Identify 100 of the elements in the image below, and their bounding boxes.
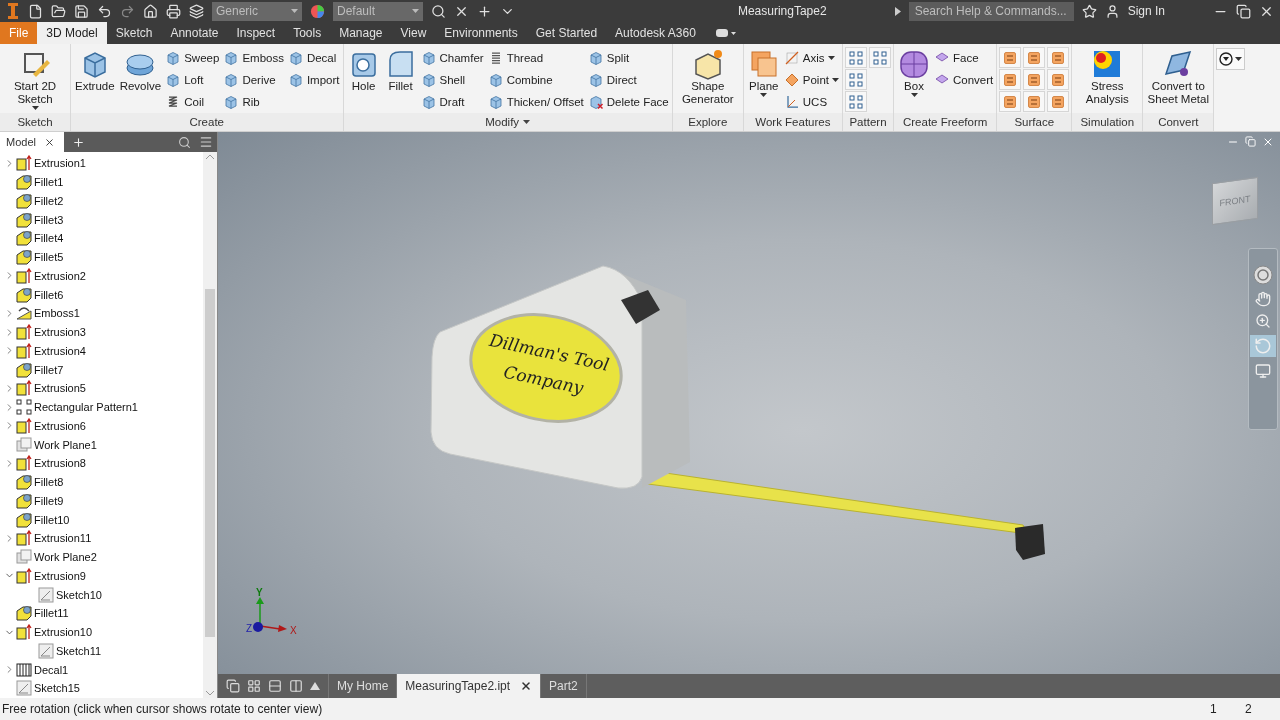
tree-item[interactable]: Extrusion8 <box>0 454 203 473</box>
ribbon-button[interactable]: Stress Analysis <box>1074 47 1141 107</box>
search-icon[interactable] <box>431 3 446 19</box>
printer-icon[interactable] <box>166 3 181 19</box>
ribbon-button[interactable]: Thread <box>486 47 585 69</box>
tile-icon[interactable] <box>247 679 261 693</box>
tree-item[interactable]: Extrusion9 <box>0 566 203 586</box>
undo-icon[interactable] <box>97 3 112 19</box>
ribbon-button[interactable]: Decal <box>286 47 341 69</box>
tree-item[interactable]: Extrusion2 <box>0 266 203 286</box>
ribbon-button[interactable]: Point <box>782 69 840 91</box>
document-tab[interactable]: MeasuringTape2.ipt <box>397 674 542 698</box>
open-folder-icon[interactable] <box>51 3 66 19</box>
app-logo-icon[interactable] <box>6 1 20 21</box>
tree-item[interactable]: Fillet7 <box>0 360 203 379</box>
ribbon-icon-button[interactable] <box>999 69 1022 90</box>
tree-item[interactable]: Fillet8 <box>0 472 203 492</box>
tree-item[interactable]: Extrusion5 <box>0 379 203 398</box>
color-wheel-icon[interactable] <box>310 3 325 19</box>
horizontal-split-icon[interactable] <box>268 679 282 693</box>
tree-item[interactable]: Sketch15 <box>0 679 203 698</box>
panel-label[interactable]: Modify <box>343 113 672 131</box>
tree-item[interactable]: Fillet1 <box>0 172 203 192</box>
cascade-icon[interactable] <box>226 679 240 693</box>
tree-item[interactable]: Extrusion11 <box>0 529 203 548</box>
ribbon-button[interactable]: Shell <box>419 69 485 91</box>
tree-item[interactable]: Fillet6 <box>0 285 203 304</box>
ribbon-button[interactable]: Rib <box>222 91 285 113</box>
close-icon[interactable] <box>520 680 533 692</box>
restore-icon[interactable] <box>1236 3 1251 19</box>
redo-icon[interactable] <box>120 3 135 19</box>
ribbon-button[interactable]: Draft <box>419 91 485 113</box>
zoom-icon[interactable] <box>1255 313 1271 329</box>
tree-item[interactable]: Extrusion4 <box>0 341 203 361</box>
ribbon-tab[interactable]: Annotate <box>161 22 228 44</box>
ribbon-tab[interactable]: Tools <box>284 22 331 44</box>
ribbon-button[interactable]: Direct <box>586 69 670 91</box>
ribbon-icon-button[interactable] <box>1023 69 1046 90</box>
tree-item[interactable]: Extrusion6 <box>0 416 203 436</box>
ribbon-button[interactable]: UCS <box>782 91 840 113</box>
close-icon[interactable] <box>43 136 55 148</box>
ribbon-button[interactable]: Fillet <box>382 47 419 94</box>
tree-item[interactable]: Rectangular Pattern1 <box>0 397 203 417</box>
ribbon-button[interactable]: Shape Generator <box>674 47 741 107</box>
menu-icon[interactable] <box>199 135 213 149</box>
ribbon-button[interactable]: Box <box>896 47 932 98</box>
ribbon-button[interactable]: Sweep <box>164 47 221 69</box>
ribbon-tab[interactable]: View <box>391 22 436 44</box>
pan-icon[interactable] <box>1255 291 1271 307</box>
search-icon[interactable] <box>178 135 191 149</box>
home-icon[interactable] <box>143 3 158 19</box>
layers-icon[interactable] <box>189 3 204 19</box>
tree-item[interactable]: Extrusion10 <box>0 622 203 642</box>
scroll-up-icon[interactable] <box>206 154 214 159</box>
ribbon-icon-button[interactable] <box>999 91 1022 112</box>
ribbon-icon-button[interactable] <box>869 47 891 68</box>
tree-item[interactable]: Extrusion1 <box>0 154 203 173</box>
tree-item[interactable]: Fillet5 <box>0 247 203 267</box>
ribbon-button[interactable]: Loft <box>164 69 221 91</box>
tree-item[interactable]: Fillet2 <box>0 191 203 211</box>
ribbon-icon-button[interactable] <box>1047 47 1070 68</box>
ribbon-icon-button[interactable] <box>845 69 867 90</box>
tree-item[interactable]: Emboss1 <box>0 304 203 323</box>
scrollbar[interactable] <box>203 152 217 698</box>
tree-item[interactable]: Sketch11 <box>0 641 203 661</box>
tree-item[interactable]: Sketch10 <box>0 585 203 604</box>
ribbon-button[interactable]: Start 2D Sketch <box>2 47 68 111</box>
search-field[interactable]: Search Help & Commands... <box>908 1 1074 21</box>
ribbon-button[interactable]: Chamfer <box>419 47 485 69</box>
tree-item[interactable]: Work Plane1 <box>0 435 203 454</box>
ribbon-tab[interactable]: Sketch <box>106 22 162 44</box>
ribbon-button[interactable]: Convert to Sheet Metal <box>1145 47 1212 107</box>
play-triangle-icon[interactable] <box>894 6 901 16</box>
ribbon-button[interactable]: Axis <box>782 47 840 69</box>
plus-icon[interactable] <box>477 3 492 19</box>
ribbon-icon-button[interactable] <box>845 91 867 112</box>
tree-item[interactable]: Extrusion3 <box>0 322 203 342</box>
new-file-icon[interactable] <box>28 3 43 19</box>
up-triangle-icon[interactable] <box>310 682 320 690</box>
ribbon-icon-button[interactable] <box>999 47 1022 68</box>
tree-item[interactable]: Decal1 <box>0 660 203 679</box>
ribbon-tab[interactable]: 3D Model <box>37 22 107 44</box>
ribbon-button[interactable]: Delete Face <box>586 91 670 113</box>
scroll-down-icon[interactable] <box>206 691 214 696</box>
ribbon-button[interactable]: Import <box>286 69 341 91</box>
ribbon-tab[interactable]: Get Started <box>526 22 607 44</box>
add-icon[interactable] <box>72 135 85 149</box>
ribbon-button[interactable]: Coil <box>164 91 221 113</box>
vertical-split-icon[interactable] <box>289 679 303 693</box>
ribbon-button[interactable]: Emboss <box>222 47 285 69</box>
ribbon-icon-button[interactable] <box>845 47 867 68</box>
ribbon-icon-button[interactable] <box>1047 69 1070 90</box>
user-icon[interactable] <box>1104 3 1120 19</box>
steering-wheel-icon[interactable] <box>1253 265 1273 285</box>
ribbon-button[interactable]: Hole <box>345 47 382 94</box>
ribbon-button[interactable]: Combine <box>486 69 585 91</box>
ribbon-tab[interactable]: Environments <box>435 22 527 44</box>
ribbon-button[interactable]: Convert <box>933 69 995 91</box>
ribbon-button[interactable]: Plane <box>745 47 782 98</box>
ribbon-icon-button[interactable] <box>1023 47 1046 68</box>
